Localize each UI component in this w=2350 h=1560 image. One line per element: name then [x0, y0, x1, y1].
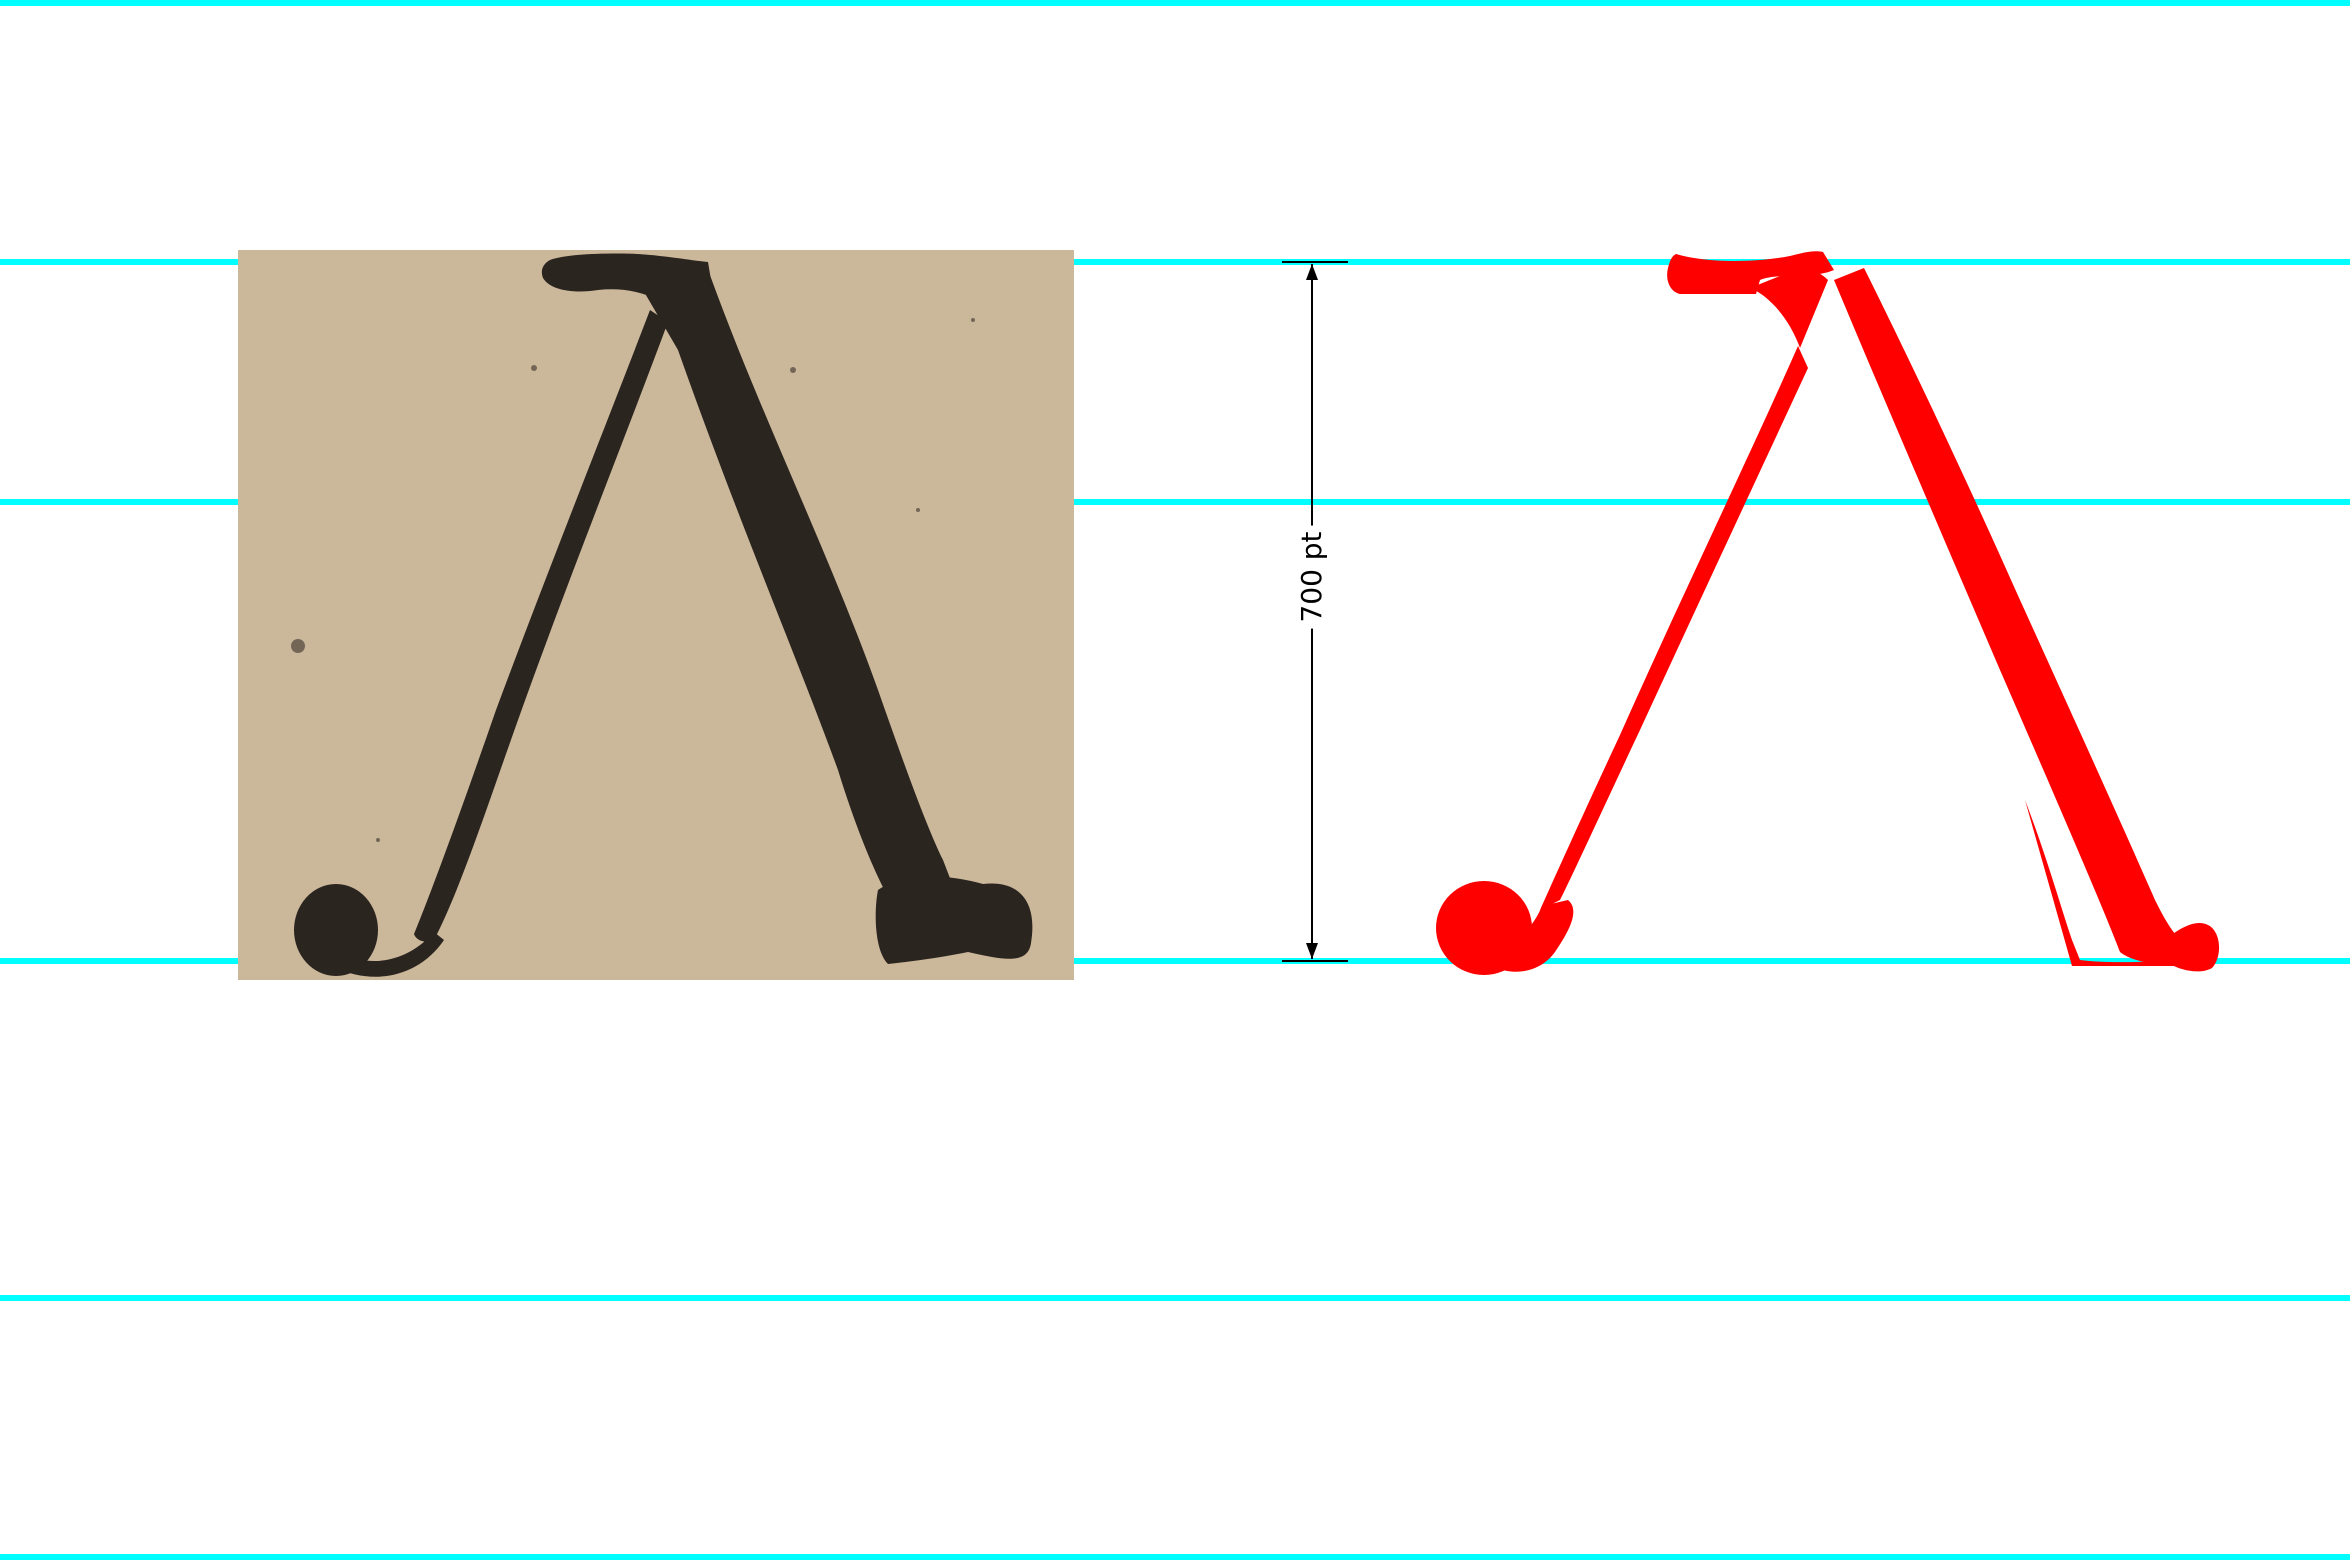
guide-descender — [0, 1295, 2350, 1301]
guide-bottom-edge — [0, 1554, 2350, 1560]
dimension-arrow-top — [1306, 264, 1318, 280]
dimension-label: 700 pt — [1295, 525, 1328, 629]
lambda-vector-glyph — [1436, 251, 2220, 975]
dimension-arrow-bottom — [1306, 943, 1318, 959]
guide-top-edge — [0, 0, 2350, 6]
vector-glyph — [1400, 240, 2220, 980]
specimen-photo — [238, 250, 1074, 980]
paper-background — [238, 250, 1074, 980]
